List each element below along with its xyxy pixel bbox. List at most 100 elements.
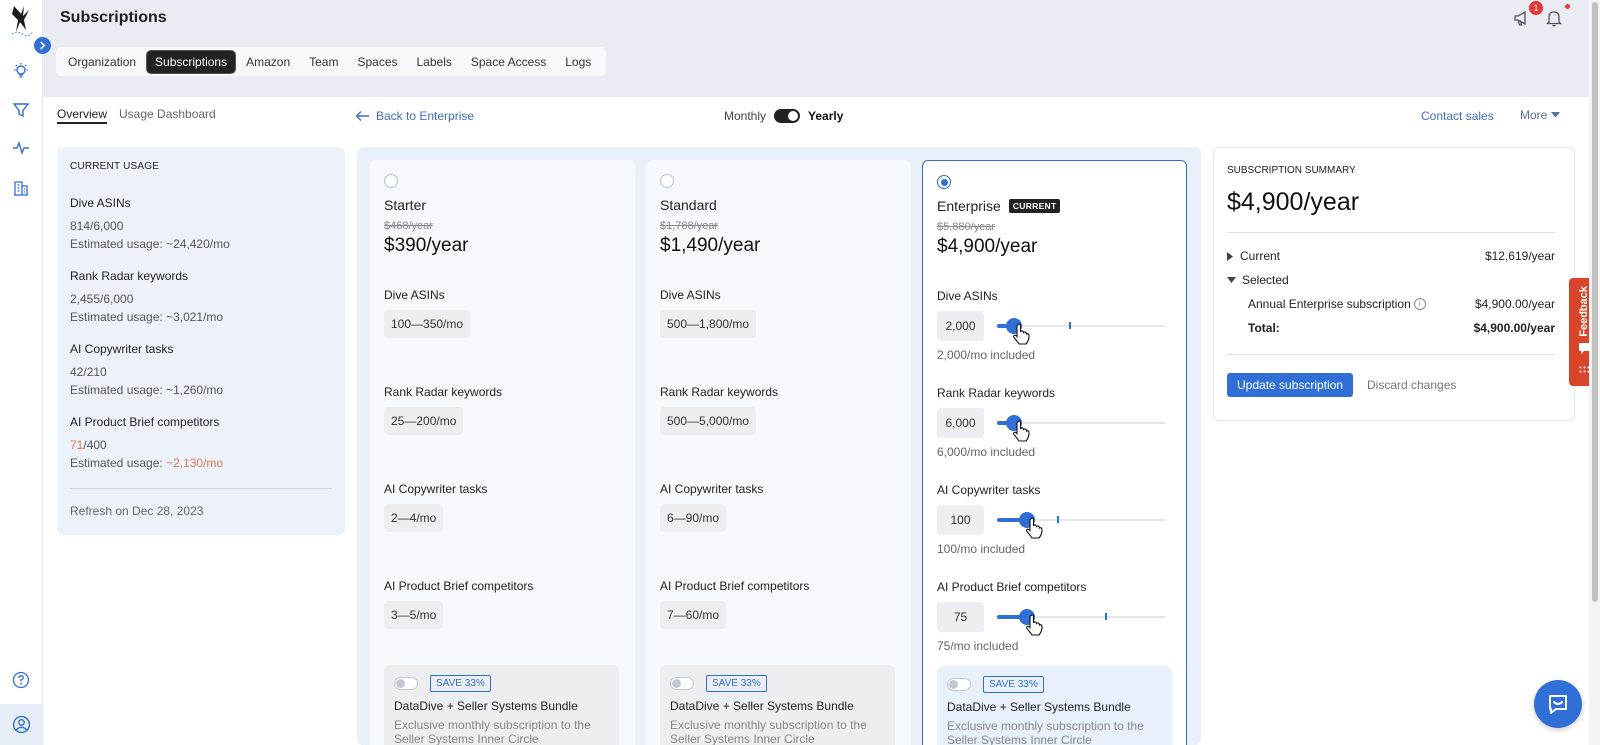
bundle-description: Exclusive monthly subscription to the Se… xyxy=(947,719,1144,745)
scrollbar-thumb[interactable] xyxy=(1592,2,1598,602)
pulse-icon xyxy=(13,140,29,156)
bell-icon[interactable] xyxy=(1544,8,1564,28)
feature-range: 7—60/mo xyxy=(660,601,727,629)
info-icon[interactable]: i xyxy=(1413,298,1426,310)
caret-down-icon xyxy=(1227,276,1236,283)
page-scrollbar[interactable] xyxy=(1589,0,1600,745)
hand-cursor-icon xyxy=(1026,517,1043,539)
settings-tabs: Organization Subscriptions Amazon Team S… xyxy=(56,47,607,76)
update-subscription-button[interactable]: Update subscription xyxy=(1227,373,1354,397)
discard-changes-button[interactable]: Discard changes xyxy=(1367,378,1456,392)
quantity-input[interactable]: 6,000 xyxy=(937,408,984,438)
plan-radio[interactable] xyxy=(384,174,398,188)
more-menu[interactable]: More xyxy=(1520,108,1561,122)
tab-team[interactable]: Team xyxy=(301,51,346,73)
help-nav[interactable] xyxy=(11,670,31,690)
quantity-slider[interactable] xyxy=(997,408,1165,442)
usage-heading: CURRENT USAGE xyxy=(70,161,160,172)
estimate-value: ~3,021/mo xyxy=(166,310,224,324)
bundle-title: DataDive + Seller Systems Bundle xyxy=(394,699,578,713)
usage-item: Dive ASINs 814/6,000 Estimated usage: ~2… xyxy=(70,196,230,253)
quantity-slider[interactable] xyxy=(997,505,1165,539)
contact-sales-link[interactable]: Contact sales xyxy=(1421,109,1494,123)
user-circle-icon xyxy=(12,715,31,734)
quantity-input[interactable]: 75 xyxy=(937,602,984,632)
plan-name-label: Starter xyxy=(384,197,427,213)
usage-used: 71 xyxy=(70,438,84,452)
subtab-usage-dashboard[interactable]: Usage Dashboard xyxy=(119,107,216,121)
usage-item: AI Product Brief competitors 71/400 Esti… xyxy=(70,415,223,472)
tab-organization[interactable]: Organization xyxy=(60,51,144,73)
tab-space-access[interactable]: Space Access xyxy=(463,51,554,73)
bundle-toggle[interactable] xyxy=(670,677,694,690)
line-item-row: Annual Enterprise subscription i $4,900.0… xyxy=(1248,297,1555,311)
feature-label: Dive ASINs xyxy=(384,288,445,302)
support-chat-button[interactable] xyxy=(1534,680,1582,728)
current-value: $12,619/year xyxy=(1484,249,1555,263)
bundle-title: DataDive + Seller Systems Bundle xyxy=(670,699,854,713)
bundle-toggle[interactable] xyxy=(394,677,418,690)
feature-label: Dive ASINs xyxy=(660,288,721,302)
summary-heading: SUBSCRIPTION SUMMARY xyxy=(1227,165,1356,176)
slider-marker xyxy=(1069,322,1072,329)
plan-radio[interactable] xyxy=(660,174,674,188)
usage-count: 42/210 xyxy=(70,363,223,381)
quantity-slider[interactable] xyxy=(997,602,1165,636)
bundle-description: Exclusive monthly subscription to the Se… xyxy=(394,718,591,745)
plan-card-standard[interactable]: Standard $1,788/year $1,490/year Dive AS… xyxy=(646,160,911,745)
bundle-description: Exclusive monthly subscription to the Se… xyxy=(670,718,867,745)
activity-nav[interactable] xyxy=(11,138,31,158)
tab-subscriptions[interactable]: Subscriptions xyxy=(147,50,236,73)
plan-price: $4,900/year xyxy=(937,236,1038,257)
bundle-addon: SAVE 33% DataDive + Seller Systems Bundl… xyxy=(660,665,895,745)
bundle-toggle[interactable] xyxy=(947,678,971,691)
feature-label: AI Product Brief competitors xyxy=(660,579,810,593)
tab-labels[interactable]: Labels xyxy=(409,51,460,73)
plan-feature: AI Product Brief competitors 3—5/mo xyxy=(384,579,533,629)
usage-item: Rank Radar keywords 2,455/6,000 Estimate… xyxy=(70,269,223,326)
selected-label: Selected xyxy=(1242,273,1289,287)
feature-range: 2—4/mo xyxy=(384,504,444,532)
current-row[interactable]: Current $12,619/year xyxy=(1227,249,1555,263)
usage-limit: /400 xyxy=(83,438,107,452)
back-to-enterprise-link[interactable]: Back to Enterprise xyxy=(355,109,474,123)
selected-row[interactable]: Selected xyxy=(1227,273,1555,287)
usage-title: Dive ASINs xyxy=(70,196,131,210)
caret-right-icon xyxy=(1227,251,1233,261)
expand-sidebar-button[interactable] xyxy=(34,37,51,54)
plans-container: Starter $468/year $390/year Dive ASINs 10… xyxy=(357,147,1201,745)
tab-amazon[interactable]: Amazon xyxy=(238,51,298,73)
profile-nav[interactable] xyxy=(0,704,43,745)
plan-card-enterprise[interactable]: Enterprise CURRENT $5,880/year $4,900/yea… xyxy=(922,160,1187,745)
logo-icon xyxy=(11,6,33,36)
plan-feature: Rank Radar keywords 6,000 6,000/mo inclu… xyxy=(937,386,1165,459)
quantity-input[interactable]: 100 xyxy=(937,505,984,535)
usage-limit: /210 xyxy=(83,365,107,379)
feature-range: 6—90/mo xyxy=(660,504,727,532)
plan-feature: Dive ASINs 2,000 2,000/mo included xyxy=(937,289,1165,362)
line-item-value: $4,900.00/year xyxy=(1474,297,1555,311)
plan-radio[interactable] xyxy=(937,175,951,189)
slider-marker xyxy=(1057,516,1060,523)
quantity-slider[interactable] xyxy=(997,311,1165,345)
ideas-nav[interactable] xyxy=(11,61,31,81)
plan-card-starter[interactable]: Starter $468/year $390/year Dive ASINs 10… xyxy=(370,160,635,745)
tab-logs[interactable]: Logs xyxy=(557,51,599,73)
plan-feature: Rank Radar keywords 500—5,000/mo xyxy=(660,385,778,435)
plan-name: Starter xyxy=(384,197,426,213)
usage-limit: /6,000 xyxy=(100,292,134,306)
organization-nav[interactable] xyxy=(11,178,31,198)
feature-label: Rank Radar keywords xyxy=(660,385,779,399)
estimate-prefix: Estimated usage: xyxy=(70,310,167,324)
tab-spaces[interactable]: Spaces xyxy=(349,51,405,73)
help-circle-icon xyxy=(12,671,30,689)
billing-period-toggle[interactable] xyxy=(774,109,801,123)
usage-estimate: Estimated usage: ~24,420/mo xyxy=(70,235,230,253)
feature-label: AI Copywriter tasks xyxy=(660,482,764,496)
filter-nav[interactable] xyxy=(11,100,31,120)
feature-label: AI Copywriter tasks xyxy=(937,483,1041,497)
notification-badge: 1 xyxy=(1529,1,1543,15)
plan-feature: Dive ASINs 500—1,800/mo xyxy=(660,288,757,338)
subtab-overview[interactable]: Overview xyxy=(57,107,108,124)
quantity-input[interactable]: 2,000 xyxy=(937,311,984,341)
